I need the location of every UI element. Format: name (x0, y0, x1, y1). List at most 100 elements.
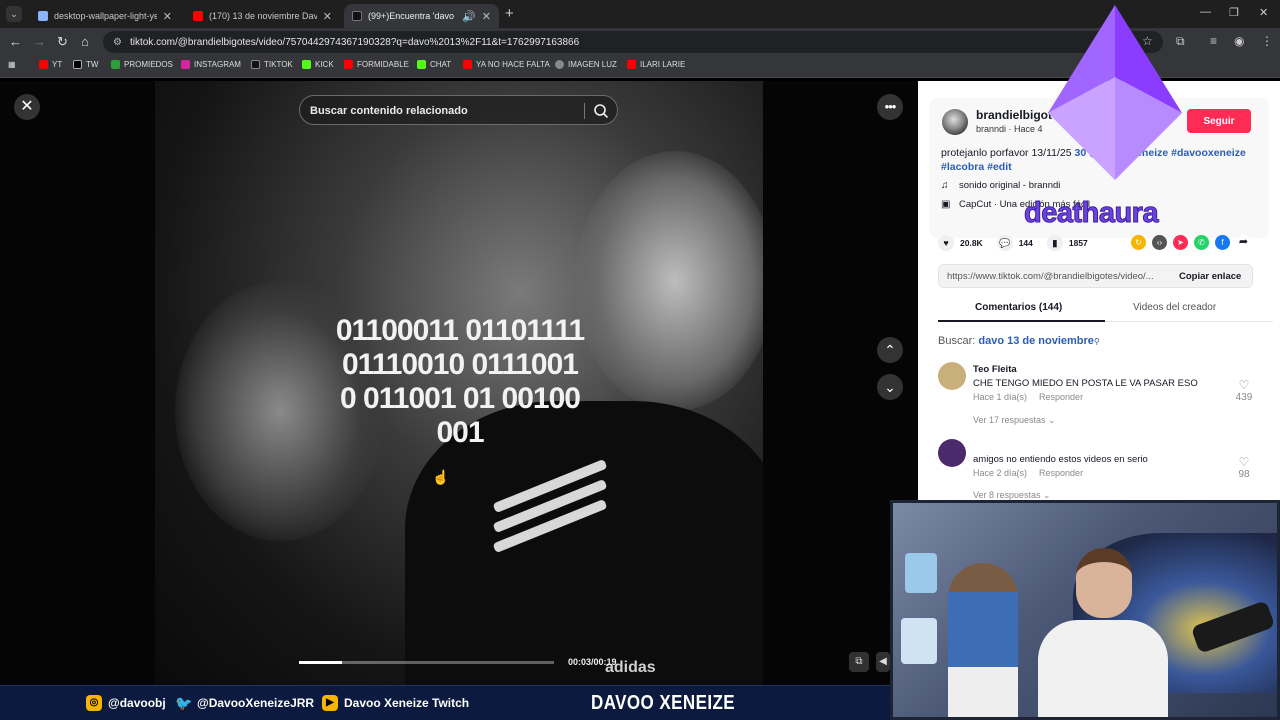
bookmark-ya-no-hace-falta[interactable]: YA NO HACE FALTA (463, 60, 550, 69)
instagram-icon: ◎ (86, 695, 102, 711)
bookmark-label: FORMIDABLE (357, 60, 410, 69)
embed-icon[interactable]: ‹› (1152, 235, 1167, 250)
stream-banner: ◎ @davoobj 🐦 @DavooXeneizeJRR ▶ Davoo Xenei… (0, 685, 890, 720)
bookmark-promiedos[interactable]: PROMIEDOS (111, 60, 173, 69)
commenter-name[interactable]: Teo Fleita (973, 364, 1017, 375)
picture-in-picture-icon[interactable]: ⧉ (849, 652, 869, 672)
tiktok-icon (352, 11, 362, 21)
send-icon[interactable]: ➤ (1173, 235, 1188, 250)
twitter-handle: @DavooXeneizeJRR (197, 696, 315, 710)
forward-icon[interactable]: → (33, 34, 46, 49)
save-button[interactable]: ▮ 1857 (1046, 235, 1088, 251)
close-icon[interactable]: ✕ (163, 10, 172, 23)
heart-icon: ♥ (938, 235, 954, 251)
search-query-link[interactable]: davo 13 de noviembre (978, 335, 1094, 347)
new-tab-button[interactable]: + (505, 5, 514, 22)
related-search-box[interactable] (299, 95, 618, 125)
tab-tiktok[interactable]: (99+)Encuentra 'davo 13/1 🔊 ✕ (344, 4, 499, 28)
youtube-channel: Davoo Xeneize Twitch (344, 696, 470, 710)
search-icon[interactable] (593, 103, 609, 119)
comment-like-button[interactable]: ♡ 98 (1233, 455, 1255, 480)
close-icon[interactable]: ✕ (323, 10, 332, 23)
tab-wallpaper[interactable]: desktop-wallpaper-light-yellow ✕ (30, 4, 180, 28)
bookmark-ilari-larie[interactable]: ILARI LARIE (627, 60, 685, 69)
bookmark-label: CHAT (430, 60, 452, 69)
bookmark-label: ILARI LARIE (640, 60, 686, 69)
bookmark-label: PROMIEDOS (124, 60, 173, 69)
progress-fill (299, 661, 343, 664)
facebook-icon[interactable]: f (1215, 235, 1230, 250)
share-link-url[interactable]: https://www.tiktok.com/@brandielbigotes/… (947, 271, 1167, 282)
tab-comments[interactable]: Comentarios (144) (975, 302, 1062, 313)
home-icon[interactable]: ⌂ (81, 34, 89, 49)
kick-icon (302, 60, 311, 69)
comment-like-button[interactable]: ♡ 439 (1233, 378, 1255, 403)
youtube-icon (344, 60, 353, 69)
bookmark-yt[interactable]: YT (39, 60, 62, 69)
bookmark-instagram[interactable]: INSTAGRAM (181, 60, 241, 69)
bookmark-formidable[interactable]: FORMIDABLE (344, 60, 409, 69)
repost-icon[interactable]: ↻ (1131, 235, 1146, 250)
more-options-icon[interactable]: ••• (877, 94, 903, 120)
search-icon[interactable]: ⚲ (1094, 337, 1100, 346)
window-close-icon[interactable]: ✕ (1259, 6, 1268, 19)
profile-icon[interactable]: ◉ (1234, 34, 1244, 48)
bookmark-tiktok[interactable]: TIKTOK (251, 60, 293, 69)
url-field[interactable]: ⚙ tiktok.com/@brandielbigotes/video/7570… (103, 31, 1163, 53)
commenter-avatar[interactable] (938, 362, 966, 390)
url-text: tiktok.com/@brandielbigotes/video/757044… (129, 36, 580, 48)
tiktok-icon (251, 60, 260, 69)
bookmark-imagen-luz[interactable]: IMAGEN LUZ (555, 60, 617, 69)
related-search-input[interactable] (310, 102, 580, 119)
save-count: 1857 (1068, 238, 1088, 248)
player-poster (948, 563, 1018, 717)
bookmark-chat[interactable]: CHAT (417, 60, 451, 69)
next-video-chevron-down-icon[interactable]: ⌄ (877, 374, 903, 400)
deathaura-logo-text: deathaura (1023, 197, 1159, 230)
like-button[interactable]: ♥ 20.8K (938, 235, 983, 251)
bookmark-kick[interactable]: KICK (302, 60, 334, 69)
comment-button[interactable]: 💬 144 (996, 235, 1033, 251)
author-avatar[interactable] (942, 109, 968, 135)
site-info-icon[interactable]: ⚙ (113, 37, 122, 48)
video-face (575, 151, 763, 411)
close-video-button[interactable]: ✕ (14, 94, 40, 120)
x-icon (73, 60, 82, 69)
reply-button[interactable]: Responder (1039, 468, 1083, 478)
video-progress-bar[interactable] (299, 661, 554, 664)
tab-creator-videos[interactable]: Videos del creador (1133, 302, 1216, 313)
back-icon[interactable]: ← (9, 34, 22, 49)
tab-youtube[interactable]: (170) 13 de noviembre DavoXe ✕ (185, 4, 340, 28)
view-replies-button[interactable]: Ver 17 respuestas ⌄ (973, 415, 1056, 426)
tab-favicon (38, 11, 48, 21)
apps-icon[interactable]: ▦ (8, 60, 16, 69)
heart-outline-icon: ♡ (1238, 378, 1250, 392)
volume-icon[interactable]: ◀ (876, 652, 890, 672)
bookmark-label: TW (86, 60, 99, 69)
instagram-icon (181, 60, 190, 69)
commenter-avatar[interactable] (938, 439, 966, 467)
media-icon[interactable]: ≡ (1210, 34, 1217, 48)
streamer-title: DAVOO XENEIZE (591, 692, 736, 714)
video-player[interactable]: 01100011 01101111 01110010 01110010 0110… (155, 81, 763, 685)
reload-icon[interactable]: ↻ (57, 34, 68, 50)
engagement-stats: ♥ 20.8K 💬 144 ▮ 1857 (938, 234, 1102, 252)
banner-youtube: ▶ Davoo Xeneize Twitch (322, 695, 469, 711)
close-icon[interactable]: ✕ (482, 10, 491, 23)
share-arrow-icon[interactable]: ➦ (1236, 235, 1251, 250)
divider (584, 103, 585, 119)
menu-icon[interactable]: ⋮ (1261, 34, 1273, 48)
previous-video-chevron-up-icon[interactable]: ⌃ (877, 337, 903, 363)
banner-twitter: 🐦 @DavooXeneizeJRR (175, 695, 314, 711)
bookmark-tw[interactable]: TW (73, 60, 98, 69)
bookmark-icon: ▮ (1046, 235, 1063, 251)
whatsapp-icon[interactable]: ✆ (1194, 235, 1209, 250)
comment-time: Hace 1 día(s) (973, 392, 1028, 402)
speaker-icon[interactable]: 🔊 (462, 10, 476, 23)
copy-link-button[interactable]: Copiar enlace (1179, 271, 1241, 282)
bookmark-label: INSTAGRAM (194, 60, 241, 69)
restore-icon[interactable]: ❐ (1229, 6, 1239, 19)
tab-search-dropdown[interactable]: ⌄ (6, 6, 22, 22)
twitter-icon: 🐦 (175, 695, 193, 711)
reply-button[interactable]: Responder (1039, 392, 1083, 402)
